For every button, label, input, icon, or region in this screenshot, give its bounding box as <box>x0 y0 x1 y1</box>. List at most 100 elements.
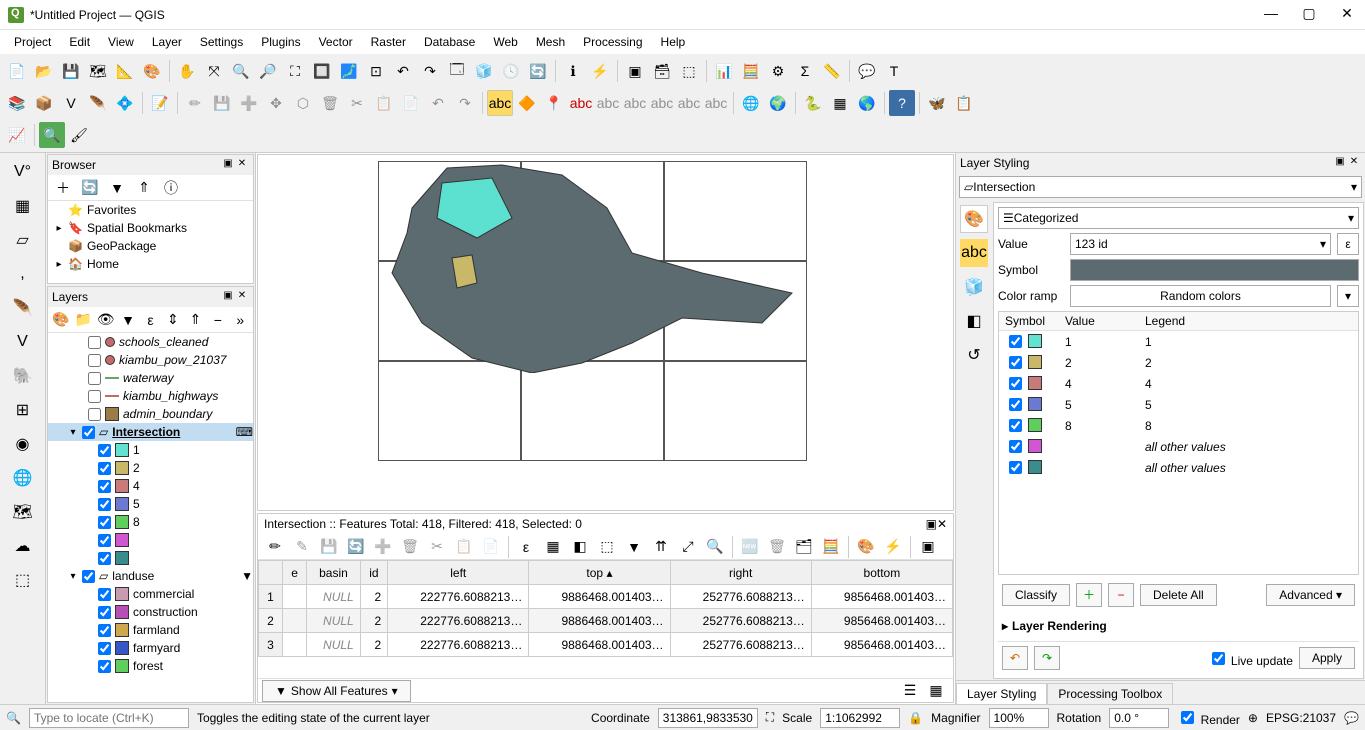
layer-rendering-expander[interactable]: ▸ Layer Rendering <box>998 615 1359 637</box>
browser-add-icon[interactable]: ＋ <box>50 175 76 201</box>
layers-style-icon[interactable]: 🎨 <box>50 307 71 333</box>
new-3d-view-icon[interactable]: 🧊 <box>471 58 497 84</box>
class-value[interactable]: 1 <box>1059 331 1139 353</box>
label-pin-icon[interactable]: 📍 <box>541 90 567 116</box>
layers-expression-icon[interactable]: ε <box>140 307 161 333</box>
class-checkbox[interactable] <box>1009 377 1022 390</box>
layers-add-group-icon[interactable]: 📁 <box>72 307 93 333</box>
add-class-button[interactable]: ＋ <box>1076 583 1102 607</box>
cell[interactable] <box>283 633 307 657</box>
pan-to-selection-icon[interactable]: ⤧ <box>201 58 227 84</box>
layer-visibility-checkbox[interactable] <box>82 570 95 583</box>
layer-item[interactable]: kiambu_pow_21037 <box>119 353 226 367</box>
class-item[interactable]: commercial <box>133 587 194 601</box>
add-wms-icon[interactable]: 🌐 <box>8 463 38 493</box>
masks-tab-icon[interactable]: ◧ <box>960 307 988 335</box>
zoom-native-icon[interactable]: ⊡ <box>363 58 389 84</box>
python-console-icon[interactable]: 🐍 <box>800 90 826 116</box>
class-item[interactable]: farmyard <box>133 641 180 655</box>
add-xyz-icon[interactable]: 🗺 <box>8 497 38 527</box>
crs-icon[interactable]: ⊕ <box>1248 711 1258 725</box>
menu-edit[interactable]: Edit <box>61 33 98 51</box>
browser-filter-icon[interactable]: ▼ <box>104 175 130 201</box>
cell[interactable]: 9856468.001403… <box>811 585 952 609</box>
attr-filter-sel-icon[interactable]: ▼ <box>621 534 647 560</box>
attr-reload-icon[interactable]: 🔄 <box>343 534 369 560</box>
remove-class-button[interactable]: − <box>1108 583 1134 607</box>
map-canvas[interactable] <box>257 154 954 511</box>
add-spatialite-icon[interactable]: 🪶 <box>8 293 38 323</box>
browser-bookmarks[interactable]: Spatial Bookmarks <box>87 221 187 235</box>
attr-undock-icon[interactable]: ▣ <box>926 517 937 531</box>
row-header[interactable]: 3 <box>259 633 283 657</box>
deselect-icon[interactable]: ⬚ <box>676 58 702 84</box>
profile-tool-icon[interactable]: 📈 <box>4 122 30 148</box>
layer-visibility-checkbox[interactable] <box>88 372 101 385</box>
layer-visibility-checkbox[interactable] <box>88 354 101 367</box>
browser-undock-icon[interactable]: ▣ <box>221 158 235 172</box>
toggle-editing-icon[interactable]: ✏ <box>182 90 208 116</box>
class-visibility-checkbox[interactable] <box>98 516 111 529</box>
class-legend[interactable]: 2 <box>1139 352 1358 373</box>
action-icon[interactable]: ⚡ <box>587 58 613 84</box>
field-calculator-icon[interactable]: 🧮 <box>738 58 764 84</box>
class-checkbox[interactable] <box>1009 419 1022 432</box>
new-project-icon[interactable]: 📄 <box>4 58 30 84</box>
quick-query-icon[interactable]: 🖌 <box>66 122 92 148</box>
toolbox-icon[interactable]: ⚙ <box>765 58 791 84</box>
cell[interactable]: 2 <box>360 585 387 609</box>
class-visibility-checkbox[interactable] <box>98 552 111 565</box>
cell[interactable] <box>283 609 307 633</box>
zoom-last-icon[interactable]: ↶ <box>390 58 416 84</box>
cell[interactable]: 252776.6088213… <box>670 609 811 633</box>
color-ramp-combo[interactable]: Random colors <box>1070 285 1331 307</box>
class-item[interactable]: 5 <box>133 497 140 511</box>
style-redo-button[interactable]: ↷ <box>1034 646 1060 670</box>
layers-filter-legend-icon[interactable]: ▼ <box>117 307 138 333</box>
live-update-checkbox[interactable]: Live update <box>1208 649 1293 668</box>
open-project-icon[interactable]: 📂 <box>31 58 57 84</box>
attr-multiedit-icon[interactable]: ✎ <box>289 534 315 560</box>
menu-vector[interactable]: Vector <box>311 33 361 51</box>
expand-icon[interactable]: ▾ <box>68 427 78 438</box>
label-hide-icon[interactable]: abc <box>703 90 729 116</box>
layer-item[interactable]: kiambu_highways <box>123 389 218 403</box>
cell[interactable]: NULL <box>307 633 361 657</box>
attr-actions-icon[interactable]: ⚡ <box>880 534 906 560</box>
class-legend[interactable]: 1 <box>1139 331 1358 353</box>
plugin-misc1-icon[interactable]: 🦋 <box>924 90 950 116</box>
attribute-table-grid[interactable]: ebasinidlefttop ▴rightbottom 1NULL222277… <box>258 560 953 657</box>
tab-layer-styling[interactable]: Layer Styling <box>956 683 1047 704</box>
new-print-layout-icon[interactable]: 🗺 <box>85 58 111 84</box>
attr-delfield-icon[interactable]: 🗑 <box>764 534 790 560</box>
new-geopackage-icon[interactable]: 📦 <box>31 90 57 116</box>
locator-input[interactable] <box>29 708 189 728</box>
globe-icon[interactable]: 🌎 <box>854 90 880 116</box>
layer-visibility-checkbox[interactable] <box>82 426 95 439</box>
styling-layer-combo[interactable]: ▱ Intersection ▾ <box>959 176 1362 198</box>
copy-features-icon[interactable]: 📋 <box>371 90 397 116</box>
crs-button[interactable]: EPSG:21037 <box>1266 711 1336 725</box>
class-legend[interactable]: 5 <box>1139 394 1358 415</box>
menu-database[interactable]: Database <box>416 33 483 51</box>
new-map-view-icon[interactable]: 🗔 <box>444 58 470 84</box>
cell[interactable]: 9886468.001403… <box>529 609 670 633</box>
history-tab-icon[interactable]: ↺ <box>960 341 988 369</box>
attr-conditional-icon[interactable]: 🎨 <box>853 534 879 560</box>
cell[interactable]: NULL <box>307 609 361 633</box>
attr-invert-sel-icon[interactable]: ◧ <box>567 534 593 560</box>
rotation-input[interactable] <box>1109 708 1169 728</box>
diagram-icon[interactable]: 🔶 <box>514 90 540 116</box>
style-manager-icon[interactable]: 🎨 <box>139 58 165 84</box>
class-item[interactable]: construction <box>133 605 198 619</box>
style-undo-button[interactable]: ↶ <box>1002 646 1028 670</box>
layers-more-icon[interactable]: » <box>230 307 251 333</box>
plugin-metasearch-icon[interactable]: 🌍 <box>765 90 791 116</box>
class-visibility-checkbox[interactable] <box>98 462 111 475</box>
cell[interactable]: 252776.6088213… <box>670 585 811 609</box>
class-visibility-checkbox[interactable] <box>98 606 111 619</box>
add-delimited-icon[interactable]: , <box>8 259 38 289</box>
column-header[interactable]: top ▴ <box>529 561 670 585</box>
column-header[interactable]: right <box>670 561 811 585</box>
cell[interactable]: 252776.6088213… <box>670 633 811 657</box>
